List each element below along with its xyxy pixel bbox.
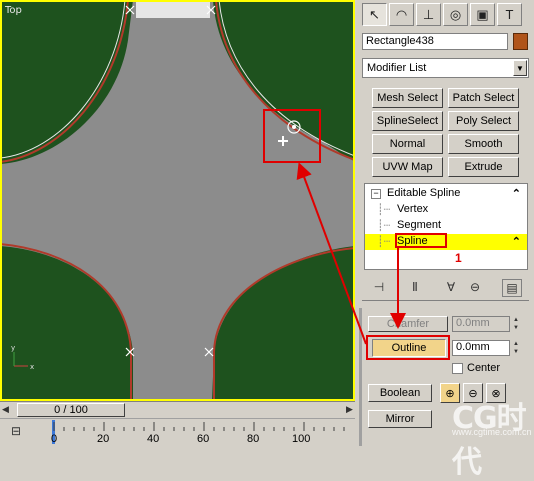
track-ticks xyxy=(53,422,345,431)
tick-label: 60 xyxy=(197,433,210,445)
tick-label: 100 xyxy=(292,433,311,445)
next-frame-icon[interactable]: ▶ xyxy=(346,404,353,415)
track-view-icon[interactable]: ⊟ xyxy=(11,424,31,440)
tick-label: 0 xyxy=(51,433,58,445)
tick-label: 20 xyxy=(97,433,110,445)
tick-label: 80 xyxy=(247,433,260,445)
annotation-arrows xyxy=(296,162,406,345)
watermark-url: www.cgtime.com.cn xyxy=(452,427,532,437)
watermark-logo: CG时代 xyxy=(452,401,527,480)
time-slider-thumb[interactable]: 0 / 100 xyxy=(17,403,125,417)
prev-frame-icon[interactable]: ◀ xyxy=(2,404,9,415)
tick-label: 40 xyxy=(147,433,160,445)
arrow-outline-to-viewport xyxy=(296,162,367,345)
